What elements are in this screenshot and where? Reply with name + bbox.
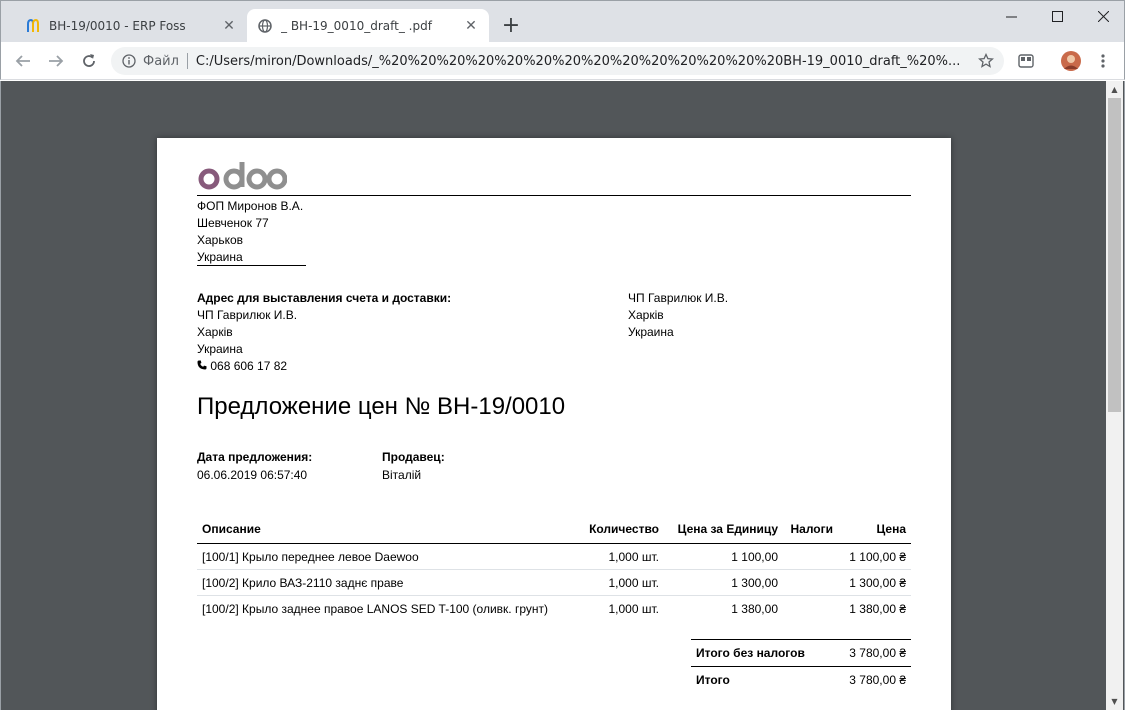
row-description: [100/2] Крило ВАЗ-2110 заднє праве <box>202 575 404 590</box>
company-city: Харьков <box>197 233 244 247</box>
billing-city: Харків <box>197 325 233 339</box>
company-name: ФОП Миронов В.А. <box>197 199 304 213</box>
header-unit-price: Цена за Единицу <box>677 521 778 536</box>
tab-pdf[interactable]: _ ВН-19_0010_draft_ .pdf ✕ <box>247 9 489 43</box>
globe-icon <box>257 18 273 34</box>
extension-icon[interactable] <box>1014 49 1038 73</box>
address-bar[interactable]: Файл C:/Users/miron/Downloads/_%20%20%20… <box>111 47 1004 75</box>
untaxed-total-row: Итого без налогов 3 780,00 ₴ <box>691 639 911 666</box>
company-street: Шевченок 77 <box>197 216 269 230</box>
window-close-icon[interactable] <box>1080 1 1125 31</box>
shipping-city: Харків <box>628 308 664 322</box>
billing-heading: Адрес для выставления счета и доставки: <box>197 291 452 305</box>
maximize-icon[interactable] <box>1034 1 1080 31</box>
tab-erp-foss[interactable]: ВН-19/0010 - ERP Foss ✕ <box>15 9 247 43</box>
table-row: [100/2] Крыло заднее правое LANOS SED T-… <box>197 596 911 622</box>
omnibox-divider <box>186 53 188 69</box>
shipping-name: ЧП Гаврилюк И.В. <box>628 291 729 305</box>
phone-number: 068 606 17 82 <box>210 359 288 373</box>
url-text[interactable]: C:/Users/miron/Downloads/_%20%20%20%20%2… <box>196 54 968 69</box>
header-quantity: Количество <box>589 521 659 536</box>
company-country: Украина <box>197 250 243 264</box>
seller-label: Продавец: <box>382 450 445 464</box>
close-icon[interactable]: ✕ <box>463 18 479 34</box>
back-arrow-icon[interactable] <box>11 49 35 73</box>
reload-icon[interactable] <box>77 49 101 73</box>
browser-titlebar: ВН-19/0010 - ERP Foss ✕ _ ВН-19_0010_dra… <box>0 0 1125 43</box>
row-price: 1 100,00 ₴ <box>849 549 906 564</box>
table-row: [100/1] Крыло переднее левое Daewoo 1,00… <box>197 544 911 570</box>
header-price: Цена <box>876 521 906 536</box>
minimize-icon[interactable] <box>988 1 1034 31</box>
header-divider <box>197 195 911 196</box>
row-unit-price: 1 100,00 <box>731 549 778 564</box>
total-value: 3 780,00 ₴ <box>849 673 906 687</box>
browser-toolbar: Файл C:/Users/miron/Downloads/_%20%20%20… <box>0 42 1125 80</box>
untaxed-total-label: Итого без налогов <box>696 646 805 660</box>
pdf-page: ФОП Миронов В.А. Шевченок 77 Харьков Укр… <box>157 138 951 710</box>
total-row: Итого 3 780,00 ₴ <box>691 666 911 693</box>
billing-country: Украина <box>197 342 243 356</box>
company-address: ФОП Миронов В.А. Шевченок 77 Харьков Укр… <box>197 198 303 266</box>
row-unit-price: 1 380,00 <box>731 602 778 616</box>
scheme-label: Файл <box>143 53 179 69</box>
header-description: Описание <box>202 521 261 536</box>
scroll-thumb[interactable] <box>1108 98 1121 412</box>
row-price: 1 380,00 ₴ <box>849 602 906 616</box>
odoo-logo <box>197 160 288 192</box>
info-icon[interactable] <box>121 53 137 69</box>
profile-avatar[interactable] <box>1059 49 1083 73</box>
billing-address: Адрес для выставления счета и доставки: … <box>197 290 451 375</box>
totals-block: Итого без налогов 3 780,00 ₴ Итого 3 780… <box>691 639 911 693</box>
company-divider <box>197 265 306 266</box>
row-price: 1 300,00 ₴ <box>849 575 906 590</box>
table-header: Описание Количество Цена за Единицу Нало… <box>197 514 911 544</box>
close-icon[interactable]: ✕ <box>221 18 237 34</box>
billing-name: ЧП Гаврилюк И.В. <box>197 308 298 322</box>
row-quantity: 1,000 шт. <box>608 549 660 564</box>
shipping-address: ЧП Гаврилюк И.В. Харків Украина <box>628 290 728 341</box>
seller-block: Продавец: Віталій <box>382 448 445 484</box>
quote-date-block: Дата предложения: 06.06.2019 06:57:40 <box>197 448 312 484</box>
scroll-up-icon[interactable]: ▲ <box>1106 81 1123 98</box>
forward-arrow-icon[interactable] <box>44 49 68 73</box>
erp-favicon-icon <box>25 18 41 34</box>
row-description: [100/1] Крыло переднее левое Daewoo <box>202 549 419 564</box>
table-row: [100/2] Крило ВАЗ-2110 заднє праве 1,000… <box>197 570 911 596</box>
seller-value: Віталій <box>382 468 422 482</box>
vertical-scrollbar[interactable]: ▲ ▼ <box>1106 81 1123 710</box>
scroll-down-icon[interactable]: ▼ <box>1106 693 1123 710</box>
billing-phone: 068 606 17 82 <box>197 358 451 375</box>
quote-date-label: Дата предложения: <box>197 450 313 464</box>
menu-dots-icon[interactable] <box>1091 49 1115 73</box>
row-unit-price: 1 300,00 <box>731 575 778 590</box>
total-label: Итого <box>696 673 730 687</box>
row-description: [100/2] Крыло заднее правое LANOS SED T-… <box>202 602 548 616</box>
phone-icon <box>197 359 207 373</box>
row-quantity: 1,000 шт. <box>608 602 660 616</box>
row-quantity: 1,000 шт. <box>608 575 660 590</box>
quote-title: Предложение цен № ВН-19/0010 <box>197 393 566 420</box>
quote-date-value: 06.06.2019 06:57:40 <box>197 468 308 482</box>
tab-label: ВН-19/0010 - ERP Foss <box>49 19 186 33</box>
header-taxes: Налоги <box>790 521 833 536</box>
order-lines-table: Описание Количество Цена за Единицу Нало… <box>197 514 911 622</box>
untaxed-total-value: 3 780,00 ₴ <box>849 646 906 660</box>
tab-label: _ ВН-19_0010_draft_ .pdf <box>281 19 432 33</box>
star-icon[interactable] <box>974 49 998 73</box>
new-tab-button[interactable]: + <box>499 14 523 38</box>
pdf-viewer[interactable]: ФОП Миронов В.А. Шевченок 77 Харьков Укр… <box>0 81 1125 710</box>
shipping-country: Украина <box>628 325 674 339</box>
